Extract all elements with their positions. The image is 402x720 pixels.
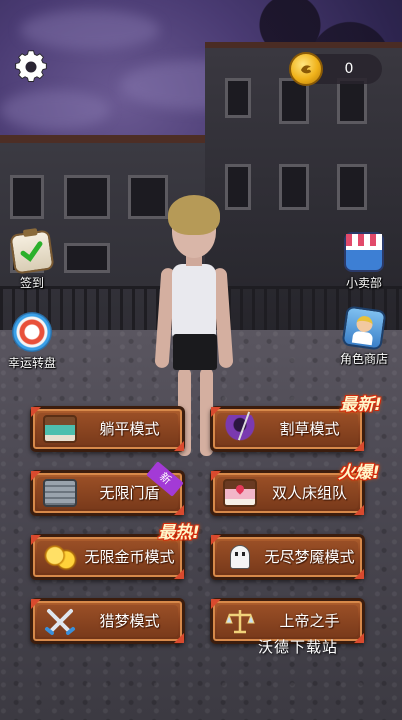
coin-amount: 0 — [344, 61, 354, 77]
bed-icon — [43, 415, 77, 443]
site-watermark: 沃德下载站 — [258, 638, 339, 656]
ghost-icon — [223, 543, 257, 571]
shop-stall-button[interactable]: 小卖部 — [334, 232, 394, 291]
settings-button[interactable] — [12, 48, 50, 86]
mode-dream-hunt-button[interactable]: 猎梦模式 — [30, 598, 185, 644]
shop-stall-label: 小卖部 — [345, 276, 382, 290]
lucky-wheel-label: 幸运转盘 — [7, 356, 56, 370]
double-bed-icon — [223, 479, 257, 507]
mode-endless-nightmare-label: 无尽梦魇模式 — [264, 548, 355, 566]
crossed-swords-icon — [43, 607, 77, 635]
scales-icon — [223, 607, 257, 635]
coin-emblem — [301, 65, 311, 74]
gold-coins-icon — [43, 543, 77, 571]
character-shop-icon — [341, 305, 387, 351]
mode-mowing-label: 割草模式 — [279, 420, 340, 438]
shop-stall-icon — [344, 232, 384, 272]
mode-endless-nightmare-button[interactable]: 无尽梦魇模式 — [210, 534, 365, 580]
character-shop-button[interactable]: 角色商店 — [334, 305, 394, 367]
daily-checkin-button[interactable]: 签到 — [2, 228, 62, 291]
badge-hottest: 最热! — [158, 523, 200, 543]
lucky-wheel-button[interactable]: 幸运转盘 — [2, 312, 62, 371]
reaper-icon — [223, 411, 257, 443]
badge-hot: 火爆! — [338, 463, 380, 483]
lucky-wheel-icon — [12, 312, 52, 352]
gold-coin-icon — [289, 52, 323, 86]
door-shield-icon — [43, 479, 77, 507]
mode-lie-flat-label: 躺平模式 — [99, 420, 160, 438]
badge-latest: 最新! — [340, 395, 382, 415]
mode-lie-flat-button[interactable]: 躺平模式 — [30, 406, 185, 452]
gear-icon — [15, 50, 47, 82]
mode-infinite-gold-label: 无限金币模式 — [84, 548, 175, 566]
character-shop-label: 角色商店 — [339, 352, 388, 366]
mode-dream-hunt-label: 猎梦模式 — [99, 612, 160, 630]
daily-checkin-label: 签到 — [19, 276, 44, 290]
mode-hand-of-god-label: 上帝之手 — [279, 612, 340, 630]
clipboard-check-icon — [9, 228, 55, 275]
